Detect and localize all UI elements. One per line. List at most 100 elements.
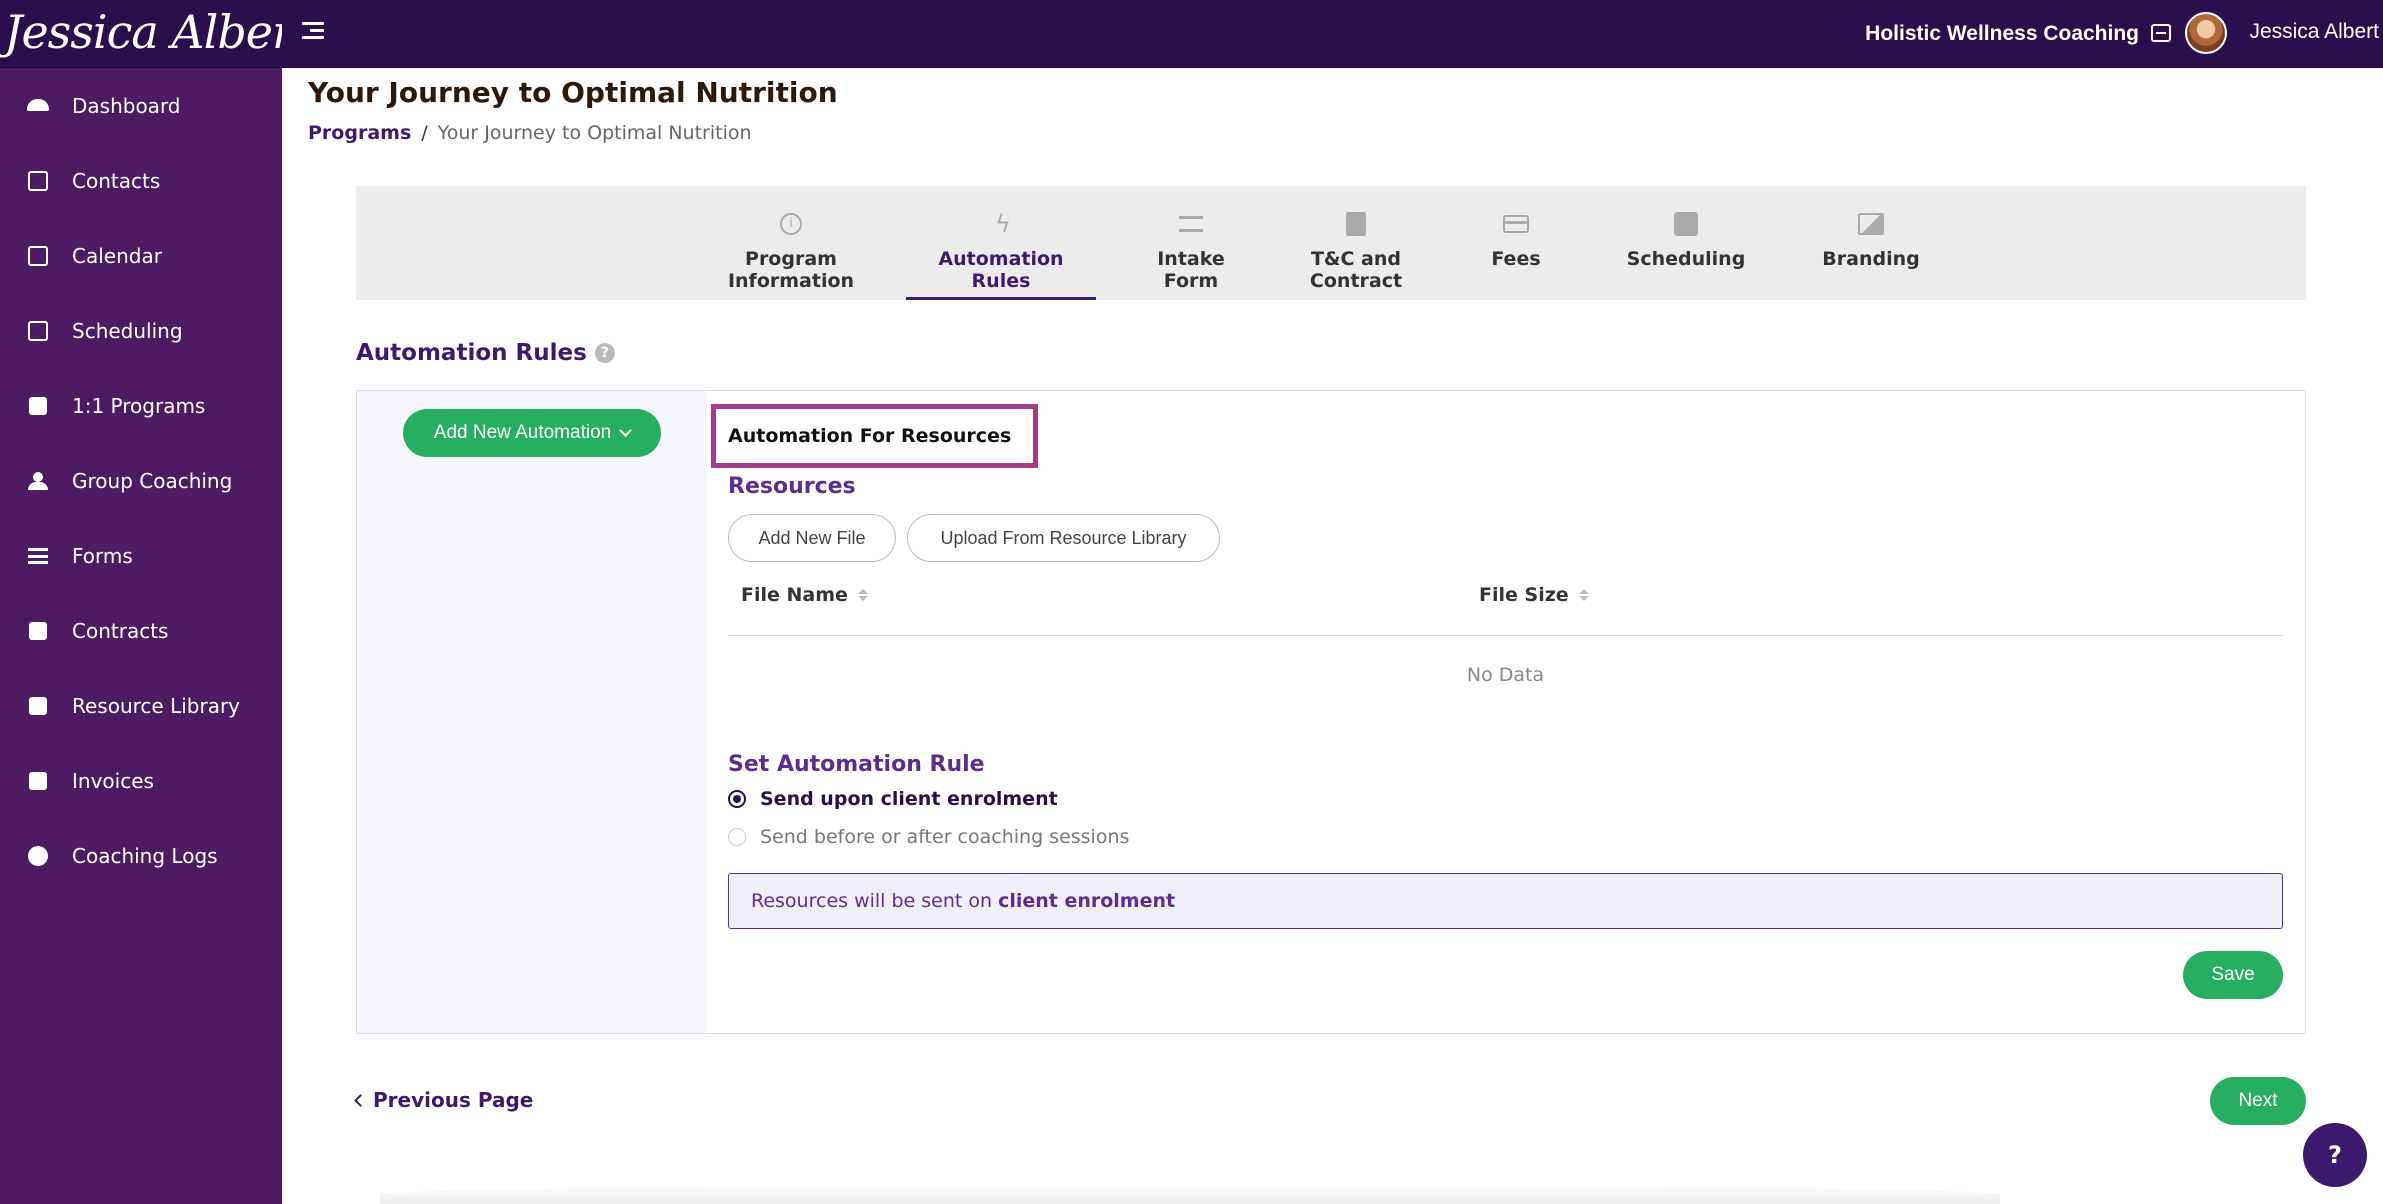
previous-page-label: Previous Page (373, 1088, 534, 1112)
sidebar-item-contracts[interactable]: Contracts (0, 601, 282, 661)
avatar[interactable] (2185, 12, 2227, 54)
invoice-icon (26, 769, 50, 793)
sort-icon (1578, 589, 1589, 601)
automation-panel-title: Automation For Resources (728, 425, 1012, 447)
breadcrumb-programs-link[interactable]: Programs (308, 122, 411, 144)
sidebar-item-group-coaching[interactable]: Group Coaching (0, 451, 282, 511)
automation-list-pane: Add New Automation (357, 391, 707, 1033)
sidebar-item-label: Coaching Logs (72, 844, 218, 868)
info-emphasis: client enrolment (998, 890, 1176, 912)
chevron-left-icon (354, 1093, 367, 1107)
radio-unchecked-icon[interactable] (728, 828, 746, 846)
tab-automation-rules[interactable]: ϟ Automation Rules (906, 186, 1096, 300)
sidebar-item-label: 1:1 Programs (72, 394, 206, 418)
column-header-file-name[interactable]: File Name (741, 584, 868, 606)
sidebar-item-resource-library[interactable]: Resource Library (0, 676, 282, 736)
set-automation-rule-heading: Set Automation Rule (728, 752, 985, 777)
sidebar-item-coaching-logs[interactable]: Coaching Logs (0, 826, 282, 886)
sidebar-item-label: Dashboard (72, 94, 181, 118)
tab-scheduling[interactable]: Scheduling (1606, 186, 1766, 300)
image-icon (1857, 210, 1885, 238)
radio-label: Send before or after coaching sessions (760, 826, 1130, 848)
radio-send-upon-enrolment[interactable]: Send upon client enrolment (728, 788, 1058, 810)
automation-rules-heading: Automation Rules ? (356, 340, 615, 366)
tab-branding[interactable]: Branding (1796, 186, 1946, 300)
next-button[interactable]: Next (2210, 1077, 2306, 1125)
library-icon (26, 694, 50, 718)
sidebar-item-label: Group Coaching (72, 469, 233, 493)
info-icon: i (777, 210, 805, 238)
empty-table-text: No Data (1466, 664, 1545, 686)
calendar-icon (26, 244, 50, 268)
tab-label: Branding (1822, 248, 1920, 270)
tab-label: Intake Form (1157, 248, 1225, 292)
sidebar-item-label: Scheduling (72, 319, 183, 343)
breadcrumb: Programs / Your Journey to Optimal Nutri… (308, 122, 752, 144)
tab-label: Automation Rules (938, 248, 1064, 292)
add-new-automation-button[interactable]: Add New Automation (403, 409, 661, 457)
page-title: Your Journey to Optimal Nutrition (308, 76, 838, 109)
save-button[interactable]: Save (2183, 951, 2283, 999)
tab-program-information[interactable]: i Program Information (706, 186, 876, 300)
resources-heading: Resources (728, 474, 856, 499)
radio-send-before-after-sessions[interactable]: Send before or after coaching sessions (728, 826, 1129, 848)
contract-sign-icon (26, 619, 50, 643)
sidebar-item-calendar[interactable]: Calendar (0, 226, 282, 286)
organization-name[interactable]: Holistic Wellness Coaching (1865, 22, 2139, 46)
tab-intake-form[interactable]: Intake Form (1126, 186, 1256, 300)
sidebar-item-label: Forms (72, 544, 133, 568)
book-icon (26, 394, 50, 418)
info-text: Resources will be sent on (751, 890, 993, 912)
sidebar: Dashboard Contacts Calendar Scheduling 1… (0, 68, 282, 1204)
sidebar-item-label: Resource Library (72, 694, 241, 718)
contacts-icon (26, 169, 50, 193)
add-new-file-button[interactable]: Add New File (728, 514, 896, 562)
program-steps-tabs: i Program Information ϟ Automation Rules… (356, 186, 2306, 300)
contract-icon (1342, 210, 1370, 238)
sidebar-item-label: Invoices (72, 769, 154, 793)
help-circle-icon[interactable]: ? (594, 343, 615, 363)
tab-label: Program Information (727, 248, 855, 292)
menu-toggle-icon[interactable] (302, 22, 326, 46)
dashboard-icon (26, 94, 50, 118)
column-header-label: File Size (1479, 584, 1569, 606)
sidebar-item-dashboard[interactable]: Dashboard (0, 76, 282, 136)
tab-label: Scheduling (1626, 248, 1746, 270)
section-title-text: Automation Rules (356, 340, 587, 366)
automation-rules-panel: Add New Automation (356, 390, 2306, 1034)
sidebar-item-programs[interactable]: 1:1 Programs (0, 376, 282, 436)
sidebar-item-invoices[interactable]: Invoices (0, 751, 282, 811)
group-icon (26, 469, 50, 493)
page-bottom-shadow (380, 1185, 2000, 1204)
user-name[interactable]: Jessica Albert (2249, 20, 2379, 44)
calendar-check-icon (1672, 210, 1700, 238)
briefcase-icon[interactable] (2151, 24, 2171, 42)
automation-title-highlight: Automation For Resources (711, 404, 1038, 468)
clock-icon (26, 844, 50, 868)
breadcrumb-separator: / (421, 122, 428, 144)
sidebar-item-forms[interactable]: Forms (0, 526, 282, 586)
tab-tc-contract[interactable]: T&C and Contract (1286, 186, 1426, 300)
column-header-file-size[interactable]: File Size (1479, 584, 1589, 606)
lightning-icon: ϟ (995, 210, 1011, 238)
checklist-icon (1177, 210, 1205, 238)
tab-label: T&C and Contract (1309, 248, 1403, 292)
upload-from-library-button[interactable]: Upload From Resource Library (907, 514, 1220, 562)
radio-checked-icon[interactable] (728, 790, 746, 808)
forms-icon (26, 544, 50, 568)
sidebar-item-label: Calendar (72, 244, 162, 268)
tab-fees[interactable]: Fees (1456, 186, 1576, 300)
sidebar-item-scheduling[interactable]: Scheduling (0, 301, 282, 361)
table-divider (728, 635, 2283, 636)
previous-page-link[interactable]: Previous Page (354, 1088, 534, 1112)
brand-logo[interactable]: Jessica Albert (0, 0, 282, 68)
help-button[interactable]: ? (2303, 1123, 2367, 1187)
credit-card-icon (1502, 210, 1530, 238)
sort-icon (857, 589, 868, 601)
add-new-automation-label: Add New Automation (433, 422, 612, 443)
sidebar-item-contacts[interactable]: Contacts (0, 151, 282, 211)
sidebar-item-label: Contracts (72, 619, 169, 643)
tab-label: Fees (1491, 248, 1541, 270)
sidebar-item-label: Contacts (72, 169, 161, 193)
chevron-down-icon (619, 424, 633, 437)
